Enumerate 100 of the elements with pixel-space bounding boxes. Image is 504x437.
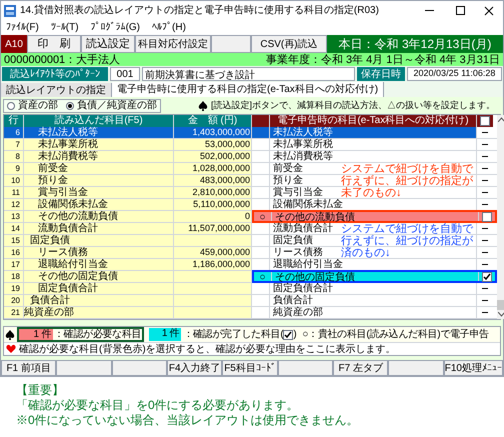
dash-icon	[482, 132, 488, 134]
dash-icon	[482, 300, 488, 302]
screen-code: A10	[1, 35, 27, 53]
column-header: 読み込んだ科目(F5)	[24, 115, 174, 127]
select-all-checkbox[interactable]	[480, 116, 490, 126]
scroll-thumb[interactable]	[497, 300, 504, 310]
row-number: 8	[4, 151, 24, 162]
spade-icon	[198, 100, 208, 110]
amount-cell: 2,810,000,000	[174, 187, 252, 198]
pattern-code[interactable]: 001	[110, 67, 140, 81]
etax-account[interactable]: 未払事業所税	[273, 139, 333, 150]
radio-button[interactable]	[7, 102, 15, 110]
tab[interactable]: 電子申告時に使用する科目の指定(e-Tax科目への対応付け)	[112, 82, 384, 97]
row-number: 20	[4, 295, 24, 306]
account-name[interactable]: 流動負債合計	[24, 223, 174, 234]
scrollbar[interactable]	[497, 115, 504, 319]
account-name[interactable]: その他の固定負債	[24, 271, 174, 282]
amount-cell: 459,000,000	[174, 247, 252, 258]
tab[interactable]: 読込レイアウトの指定	[1, 83, 112, 97]
account-name[interactable]: 未払法人税等	[24, 127, 174, 138]
hint-text: [読込設定]ボタンで、減算科目の読込方法、△の扱い等を設定します。	[210, 98, 495, 112]
note-text: ※0件になっていない場合、当該レイアウトは使用できません。	[16, 413, 360, 428]
toolbar-button[interactable]: 科目対応付設定	[135, 35, 211, 53]
menu-item[interactable]: ﾍﾙﾌﾟ(H)	[152, 20, 186, 35]
pattern-label: 読込ﾚｲｱｳﾄ等のﾊﾟﾀｰﾝ	[2, 67, 108, 81]
spade-icon	[5, 330, 15, 340]
dash-icon	[482, 204, 488, 206]
menu-item[interactable]: ﾌﾟﾛｸﾞﾗﾑ(G)	[90, 20, 140, 35]
window-title: 14.貸借対照表の読込レイアウトの指定と電子申告時に使用する科目の指定(R03)	[20, 4, 380, 18]
pattern-name[interactable]: 前期決算書に基づき設計	[142, 67, 355, 81]
toolbar-button[interactable]: 読込設定	[81, 35, 135, 53]
etax-account[interactable]: リース債務	[273, 247, 323, 258]
function-key[interactable]: F7 左タブ	[333, 360, 388, 376]
row-number: 9	[4, 163, 24, 174]
close-icon[interactable]	[484, 6, 494, 16]
row-number: 10	[4, 175, 24, 186]
function-key[interactable]: F10処理ﾒﾆｭｰ	[444, 360, 503, 376]
etax-account[interactable]: 前受金	[273, 163, 303, 174]
amount-cell: 1,028,000,000	[174, 163, 252, 174]
etax-account[interactable]: 固定負債合計	[273, 283, 333, 294]
row-number: 15	[4, 235, 24, 246]
account-name[interactable]: リース債務	[24, 247, 174, 258]
toolbar-button[interactable]: CSV(再)読込	[251, 35, 327, 53]
dash-icon	[482, 228, 488, 230]
etax-account[interactable]: その他の固定負債	[275, 272, 355, 283]
account-name[interactable]: その他の流動負債	[24, 211, 174, 222]
account-name[interactable]: 預り金	[24, 175, 174, 186]
account-name[interactable]: 設備関係未払金	[24, 199, 174, 210]
etax-account[interactable]: 賞与引当金	[273, 187, 323, 198]
function-key[interactable]: F4入力終了	[167, 360, 222, 376]
dash-icon	[482, 252, 488, 254]
checkbox[interactable]	[482, 272, 492, 282]
row-number: 11	[4, 187, 24, 198]
etax-account[interactable]: 退職給付引当金	[273, 259, 343, 270]
maximize-icon[interactable]	[456, 6, 465, 15]
amount-cell: 502,000,000	[174, 151, 252, 162]
radio-label: 資産の部	[18, 98, 58, 113]
account-name[interactable]: 固定負債合計	[24, 283, 174, 294]
amount-cell: 5,110,000,000	[174, 199, 252, 210]
etax-account[interactable]: 純資産の部	[273, 307, 323, 318]
account-name[interactable]: 未払事業所税	[24, 139, 174, 150]
menu-item[interactable]: ﾂｰﾙ(T)	[50, 20, 79, 35]
account-name[interactable]: 退職給付引当金	[24, 259, 174, 270]
etax-account[interactable]: 設備関係未払金	[273, 199, 343, 210]
scroll-down-icon[interactable]	[498, 312, 504, 317]
etax-account[interactable]: 負債合計	[273, 295, 313, 306]
menu-item[interactable]: ﾌｧｲﾙ(F)	[6, 20, 39, 35]
etax-account[interactable]: 預り金	[273, 175, 303, 186]
etax-account[interactable]: 流動負債合計	[273, 223, 333, 234]
account-name[interactable]: 固定負債	[24, 235, 174, 246]
dash-icon	[482, 288, 488, 290]
heart-icon	[6, 344, 16, 354]
function-key[interactable]: F5科目ｺｰﾄﾞ	[222, 360, 278, 376]
row-number: 12	[4, 199, 24, 210]
checkbox[interactable]	[482, 212, 492, 222]
account-name[interactable]: 前受金	[24, 163, 174, 174]
legend-label: ：確認が必要な科目	[53, 328, 142, 342]
function-key[interactable]: F1 前項目	[1, 360, 56, 376]
account-name[interactable]: 純資産の部	[24, 307, 174, 318]
row-number: 19	[4, 283, 24, 294]
note-text: 【重要】	[16, 383, 65, 398]
checked-icon[interactable]	[283, 330, 294, 340]
dash-icon	[482, 264, 488, 266]
dash-icon	[482, 180, 488, 182]
row-number: 7	[4, 139, 24, 150]
toolbar-button[interactable]: 印 刷	[27, 35, 81, 53]
etax-account[interactable]: 未払消費税等	[273, 151, 333, 162]
row-number: 21	[4, 307, 24, 318]
row-number: 16	[4, 247, 24, 258]
account-name[interactable]: 負債合計	[24, 295, 174, 306]
radio-button[interactable]	[66, 102, 74, 110]
etax-account[interactable]: その他の流動負債	[275, 212, 355, 223]
done-count: 1 件	[149, 328, 182, 341]
scroll-up-icon[interactable]	[498, 117, 504, 122]
dash-icon	[482, 144, 488, 146]
app-icon	[4, 4, 16, 16]
account-name[interactable]: 未払消費税等	[24, 151, 174, 162]
account-name[interactable]: 賞与引当金	[24, 187, 174, 198]
etax-account[interactable]: 固定負債	[273, 235, 313, 246]
row-number: 6	[4, 127, 24, 138]
